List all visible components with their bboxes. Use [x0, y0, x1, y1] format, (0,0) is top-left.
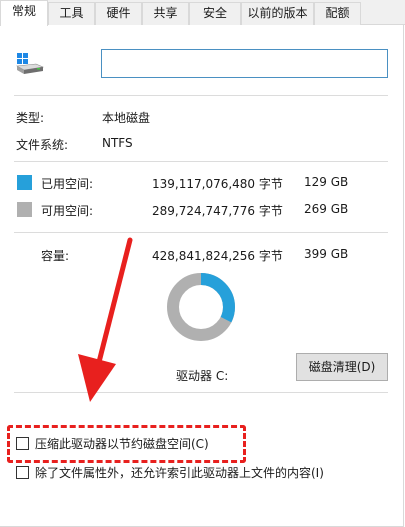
tab-security[interactable]: 安全 [189, 2, 241, 25]
tab-tools[interactable]: 工具 [48, 2, 95, 25]
capacity-size: 399 GB [304, 247, 349, 261]
capacity-bytes: 428,841,824,256 字节 [152, 249, 283, 263]
free-space-bytes: 289,724,747,776 字节 [152, 204, 283, 218]
used-space-swatch [17, 175, 32, 190]
tab-general[interactable]: 常规 [0, 0, 48, 26]
type-value: 本地磁盘 [102, 111, 151, 125]
volume-name-input[interactable] [101, 49, 388, 78]
used-space-label: 已用空间: [41, 177, 94, 191]
usage-donut-chart [167, 273, 235, 341]
free-space-swatch [17, 202, 32, 217]
filesystem-label: 文件系统: [16, 138, 69, 152]
index-contents-checkbox[interactable] [16, 465, 29, 479]
separator [14, 95, 388, 96]
used-space-bytes: 139,117,076,480 字节 [152, 177, 283, 191]
free-space-label: 可用空间: [41, 204, 94, 218]
separator [14, 161, 388, 162]
free-space-size: 269 GB [304, 202, 349, 216]
tab-hardware[interactable]: 硬件 [95, 2, 142, 25]
used-space-size: 129 GB [304, 175, 349, 189]
highlight-box-annotation [7, 425, 246, 463]
tab-previous-versions[interactable]: 以前的版本 [241, 2, 314, 25]
drive-label: 驱动器 C: [176, 369, 229, 383]
separator [14, 232, 388, 233]
disk-cleanup-button[interactable]: 磁盘清理(D) [296, 353, 388, 381]
tab-quota[interactable]: 配额 [314, 2, 361, 25]
red-arrow-annotation [78, 237, 133, 402]
index-contents-label: 除了文件属性外，还允许索引此驱动器上文件的内容(I) [35, 465, 324, 480]
type-label: 类型: [16, 111, 45, 125]
hard-drive-icon [16, 53, 44, 74]
index-contents-option[interactable]: 除了文件属性外，还允许索引此驱动器上文件的内容(I) [16, 464, 324, 480]
tab-sharing[interactable]: 共享 [142, 2, 189, 25]
tab-bar: 常规 工具 硬件 共享 安全 以前的版本 配额 [0, 0, 405, 26]
capacity-label: 容量: [41, 249, 70, 263]
filesystem-value: NTFS [102, 136, 133, 150]
